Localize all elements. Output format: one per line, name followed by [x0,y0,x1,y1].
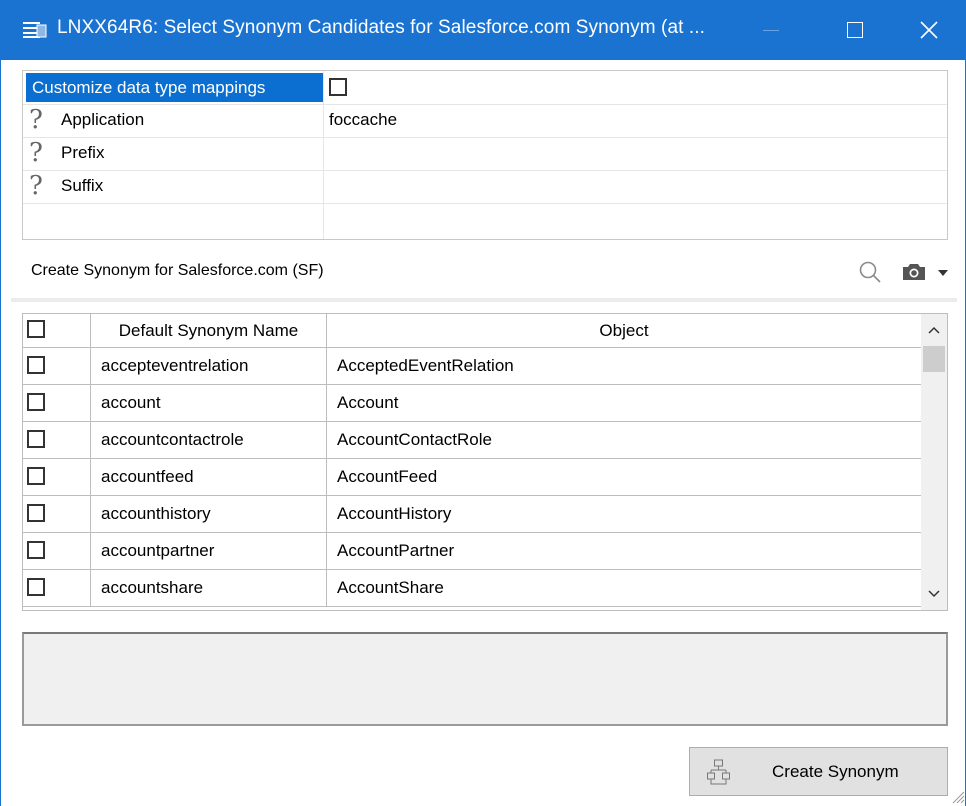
question-icon: ? [29,105,43,135]
table-row[interactable]: account Account [23,385,921,422]
object-cell: Account [337,393,399,412]
column-header-name[interactable]: Default Synonym Name [91,314,327,347]
scroll-up-icon[interactable] [921,314,947,344]
section-title: Create Synonym for Salesforce.com (SF) [31,262,324,279]
synonym-candidates-table: Default Synonym Name Object accepteventr… [22,313,948,611]
property-label-suffix: ? Suffix [29,171,104,201]
customize-mappings-checkbox[interactable] [329,78,347,96]
synonym-name-cell: account [91,385,327,421]
close-button[interactable] [901,0,956,60]
object-cell: AccountPartner [337,541,455,560]
select-all-checkbox[interactable] [27,320,45,338]
table-header: Default Synonym Name Object [23,314,921,348]
row-checkbox[interactable] [27,504,45,522]
table-row[interactable]: accountshare AccountShare [23,570,921,607]
table-row[interactable]: accountcontactrole AccountContactRole [23,422,921,459]
row-checkbox[interactable] [27,356,45,374]
window-title: LNXX64R6: Select Synonym Candidates for … [57,17,706,38]
question-icon: ? [29,138,43,168]
header-select-all[interactable] [23,314,91,347]
table-row[interactable]: accepteventrelation AcceptedEventRelatio… [23,348,921,385]
row-select-cell [23,348,91,384]
dialog-window: LNXX64R6: Select Synonym Candidates for … [0,0,966,806]
vertical-scrollbar[interactable] [921,314,947,610]
maximize-button[interactable] [827,0,882,60]
property-divider [323,71,324,239]
title-bar[interactable]: LNXX64R6: Select Synonym Candidates for … [1,0,966,60]
search-icon[interactable] [858,260,882,284]
create-synonym-label: Create Synonym [772,762,899,781]
row-checkbox[interactable] [27,578,45,596]
property-row-application[interactable]: ? Application foccache [23,104,947,138]
property-row-customize[interactable]: Customize data type mappings [23,71,947,105]
property-label-customize[interactable]: Customize data type mappings [26,73,323,102]
row-select-cell [23,496,91,532]
application-value[interactable]: foccache [329,104,397,136]
row-select-cell [23,459,91,495]
row-select-cell [23,422,91,458]
row-select-cell [23,385,91,421]
row-checkbox[interactable] [27,541,45,559]
hierarchy-icon [707,759,730,785]
maximize-icon [847,22,863,38]
synonym-name-cell: accepteventrelation [91,348,327,384]
row-checkbox[interactable] [27,430,45,448]
close-icon [920,21,938,39]
synonym-name-cell: accountpartner [91,533,327,569]
table-row[interactable]: accountfeed AccountFeed [23,459,921,496]
dropdown-arrow-icon[interactable] [938,270,948,276]
property-row-prefix[interactable]: ? Prefix [23,137,947,171]
row-checkbox[interactable] [27,467,45,485]
property-grid: Customize data type mappings ? Applicati… [22,70,948,240]
table-row[interactable]: accountpartner AccountPartner [23,533,921,570]
minimize-icon [763,30,779,31]
synonym-name-cell: accountcontactrole [91,422,327,458]
description-box [22,632,948,726]
object-cell: AccountHistory [337,504,452,523]
synonym-name-cell: accountshare [91,570,327,606]
row-select-cell [23,533,91,569]
scrollbar-thumb[interactable] [923,346,945,372]
table-row[interactable]: accounthistory AccountHistory [23,496,921,533]
row-select-cell [23,570,91,606]
property-label-prefix: ? Prefix [29,138,105,168]
camera-icon[interactable] [901,262,927,282]
question-icon: ? [29,171,43,201]
app-icon [23,22,47,38]
object-cell: AcceptedEventRelation [337,356,514,375]
synonym-name-cell: accountfeed [91,459,327,495]
object-cell: AccountFeed [337,467,438,486]
property-label-application: ? Application [29,105,145,135]
resize-grip-icon[interactable] [947,786,965,804]
object-cell: AccountContactRole [337,430,492,449]
minimize-button[interactable] [743,0,798,60]
row-checkbox[interactable] [27,393,45,411]
property-row-suffix[interactable]: ? Suffix [23,170,947,204]
object-cell: AccountShare [337,578,444,597]
synonym-name-cell: accounthistory [91,496,327,532]
create-synonym-button[interactable]: Create Synonym [689,747,948,796]
section-separator [11,298,957,302]
scroll-down-icon[interactable] [921,580,947,610]
column-header-object[interactable]: Object [327,314,921,347]
